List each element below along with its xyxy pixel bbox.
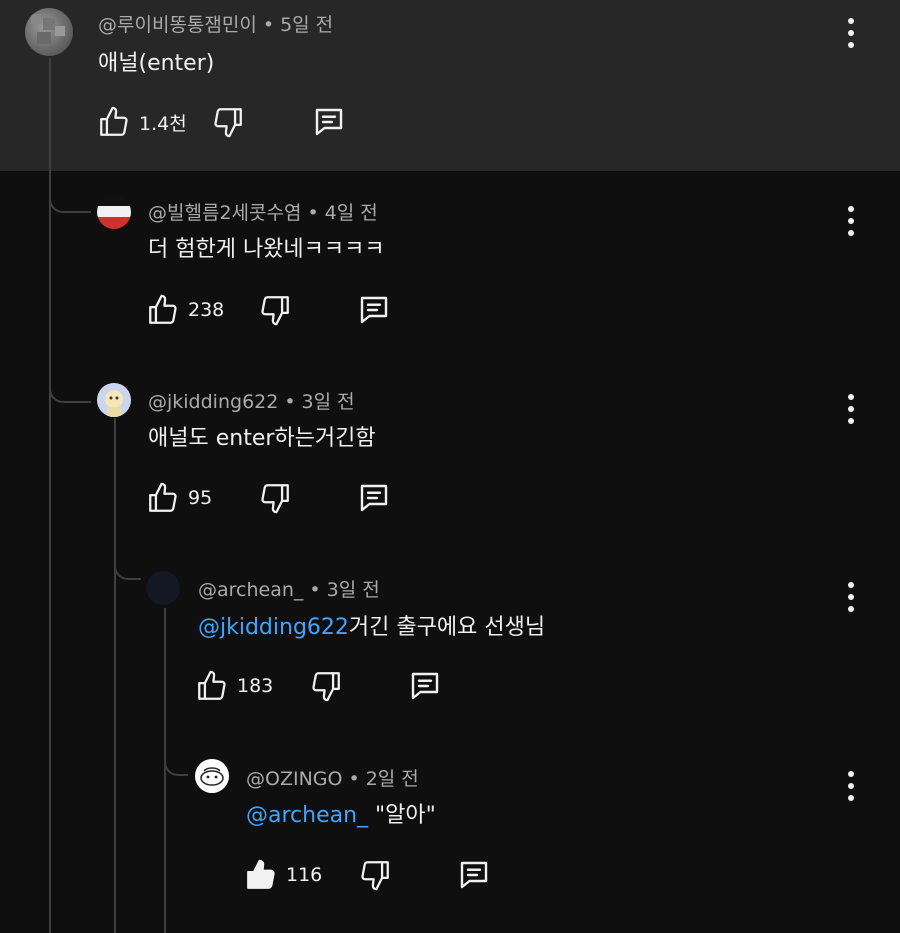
dislike-button[interactable] — [358, 858, 392, 892]
comment-text: 애널(enter) — [98, 45, 214, 77]
comment-time[interactable]: 2일 전 — [366, 768, 419, 790]
comment-text-content: 더 험한게 나왔네ㅋㅋㅋㅋ — [148, 237, 385, 262]
dislike-button[interactable] — [211, 105, 245, 139]
separator-dot: • — [307, 202, 319, 224]
comment-author[interactable]: @루이비똥통잼민이 — [98, 14, 257, 36]
thumbs-up-icon — [100, 106, 128, 136]
like-count: 116 — [286, 864, 323, 886]
thumbs-up-icon — [198, 670, 226, 700]
comment-meta: @OZINGO • 2일 전 — [246, 764, 419, 791]
dislike-button[interactable] — [309, 669, 343, 703]
more-options-button[interactable] — [841, 206, 861, 236]
comment-actions: 238 — [146, 290, 392, 330]
like-count: 95 — [188, 487, 213, 509]
like-count: 238 — [188, 299, 225, 321]
reply-icon — [412, 672, 439, 700]
comment-meta: @빌헬름2세콧수염 • 4일 전 — [148, 198, 378, 225]
comment-text: 애널도 enter하는거긴함 — [148, 420, 376, 452]
comment-text-content: 애널(enter) — [98, 51, 215, 76]
comment-author[interactable]: @archean_ — [198, 579, 303, 601]
more-vert-icon — [848, 18, 854, 24]
thread-curve — [114, 550, 141, 580]
more-options-button[interactable] — [841, 771, 861, 801]
more-vert-icon — [848, 771, 854, 777]
more-vert-icon — [848, 206, 854, 212]
avatar-image — [195, 759, 229, 793]
comment-actions: 1.4천 — [97, 102, 347, 142]
comment-text-content: 애널도 enter하는거긴함 — [148, 426, 376, 451]
separator-dot: • — [309, 579, 321, 601]
comment-time[interactable]: 3일 전 — [302, 391, 355, 413]
mention-link[interactable]: @jkidding622 — [198, 615, 349, 640]
separator-dot: • — [262, 14, 275, 36]
like-count: 183 — [237, 675, 274, 697]
comment-meta: @루이비똥통잼민이 • 5일 전 — [98, 10, 333, 37]
like-button[interactable]: 95 — [146, 481, 212, 515]
comment-text: @jkidding622거긴 출구에요 선생님 — [198, 609, 545, 641]
comment-author[interactable]: @OZINGO — [246, 768, 342, 790]
thumbs-down-icon — [361, 861, 390, 891]
comment-author[interactable]: @빌헬름2세콧수염 — [148, 202, 301, 224]
mention-link[interactable]: @archean_ — [246, 803, 368, 828]
avatar-image — [97, 195, 131, 229]
reply-button[interactable] — [456, 857, 492, 893]
thumbs-down-icon — [312, 672, 341, 702]
reply-button[interactable] — [311, 104, 347, 140]
avatar[interactable] — [97, 383, 131, 417]
comment-actions: 183 — [195, 666, 443, 706]
reply-icon — [360, 484, 388, 512]
more-options-button[interactable] — [841, 18, 861, 48]
avatar[interactable] — [25, 8, 73, 56]
avatar[interactable] — [97, 195, 131, 229]
thumbs-up-icon — [149, 482, 177, 512]
comment-actions: 116 — [244, 855, 492, 895]
avatar-image — [97, 383, 131, 417]
like-button[interactable]: 1.4천 — [97, 105, 187, 139]
more-options-button[interactable] — [841, 394, 861, 424]
comment-text-content: "알아" — [368, 803, 436, 828]
thread-line-level-3 — [164, 608, 166, 933]
comment-time[interactable]: 5일 전 — [280, 14, 333, 36]
reply-button[interactable] — [356, 292, 392, 328]
comment-time[interactable]: 4일 전 — [325, 202, 378, 224]
thumbs-up-icon — [149, 294, 177, 324]
comment-time[interactable]: 3일 전 — [327, 579, 380, 601]
dislike-button[interactable] — [258, 481, 292, 515]
more-options-button[interactable] — [841, 582, 861, 612]
thumbs-down-icon — [214, 108, 242, 138]
thumbs-down-icon — [261, 484, 290, 514]
reply-button[interactable] — [407, 668, 443, 704]
thread-line-level-2 — [114, 418, 116, 933]
comment-meta: @archean_ • 3일 전 — [198, 575, 380, 602]
reply-icon — [461, 861, 488, 889]
comment-author[interactable]: @jkidding622 — [148, 391, 278, 413]
comment-text-content: 거긴 출구에요 선생님 — [348, 615, 546, 640]
thread-curve — [164, 740, 188, 776]
comment-text: @archean_ "알아" — [246, 797, 436, 829]
separator-dot: • — [348, 768, 360, 790]
avatar[interactable] — [146, 571, 180, 605]
thumbs-down-icon — [261, 296, 290, 326]
thread-curve — [49, 175, 91, 213]
like-button[interactable]: 183 — [195, 669, 273, 703]
comment-meta: @jkidding622 • 3일 전 — [148, 387, 355, 414]
comment-text: 더 험한게 나왔네ㅋㅋㅋㅋ — [148, 231, 385, 263]
avatar[interactable] — [195, 759, 229, 793]
avatar-image — [31, 14, 65, 44]
more-vert-icon — [848, 582, 854, 588]
more-vert-icon — [848, 394, 854, 400]
reply-icon — [361, 296, 388, 324]
like-button[interactable]: 116 — [244, 858, 322, 892]
reply-button[interactable] — [356, 480, 392, 516]
like-count: 1.4천 — [139, 112, 187, 135]
like-button[interactable]: 238 — [146, 293, 224, 327]
thumbs-up-icon — [247, 859, 275, 889]
thread-curve — [49, 365, 91, 403]
comment-actions: 95 — [146, 478, 392, 518]
separator-dot: • — [284, 391, 296, 413]
reply-icon — [315, 108, 342, 136]
dislike-button[interactable] — [258, 293, 292, 327]
